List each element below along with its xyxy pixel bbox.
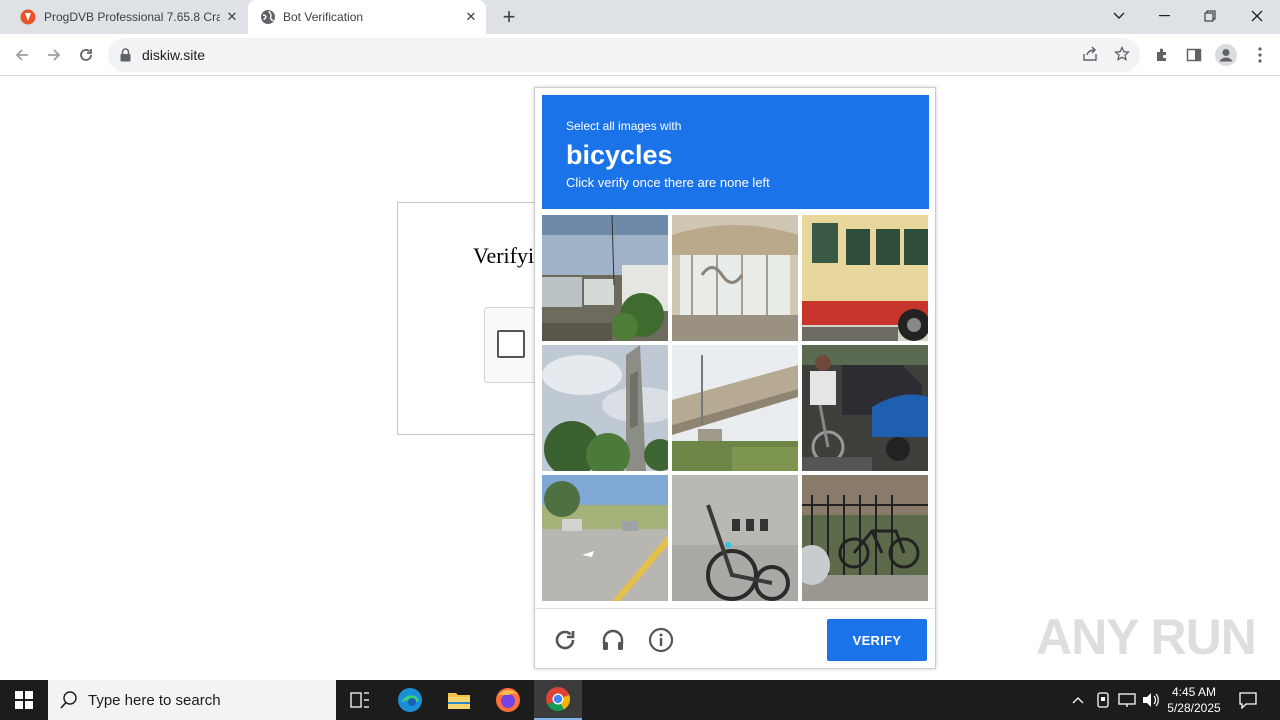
tab-title: Bot Verification — [283, 10, 364, 24]
captcha-footer: VERIFY — [535, 608, 935, 668]
address-bar[interactable]: diskiw.site — [108, 38, 1140, 72]
extensions-puzzle-icon[interactable] — [1148, 41, 1176, 69]
reload-icon[interactable] — [72, 41, 100, 69]
captcha-tile-3[interactable] — [802, 215, 928, 341]
forward-arrow-icon[interactable] — [40, 41, 68, 69]
verify-button[interactable]: VERIFY — [827, 619, 927, 661]
menu-kebab-icon[interactable] — [1246, 41, 1274, 69]
windows-start-icon[interactable] — [0, 680, 48, 720]
captcha-tile-6[interactable] — [802, 345, 928, 471]
network-icon[interactable] — [1116, 680, 1138, 720]
refresh-icon[interactable] — [550, 625, 580, 655]
verification-heading: Verifyi — [473, 243, 535, 268]
chevron-up-icon[interactable] — [1066, 680, 1090, 720]
anyrun-watermark: ANY RUN — [1036, 609, 1257, 665]
new-tab-plus-icon[interactable]: + — [498, 4, 520, 29]
chrome-icon[interactable] — [534, 680, 582, 720]
window-close-icon[interactable] — [1234, 0, 1280, 32]
captcha-tile-2[interactable] — [672, 215, 798, 341]
captcha-tile-5[interactable] — [672, 345, 798, 471]
windows-taskbar: Type here to search 4:45 AM 5/28/2025 — [0, 680, 1280, 720]
tab-progdvb[interactable]: ProgDVB Professional 7.65.8 Cra ✕ — [8, 0, 246, 34]
tab-bot-verification[interactable]: Bot Verification ✕ — [248, 0, 486, 34]
search-icon — [60, 691, 78, 714]
minimize-icon[interactable] — [1141, 0, 1187, 32]
firefox-icon[interactable] — [484, 680, 532, 720]
side-panel-icon[interactable] — [1180, 41, 1208, 69]
captcha-checkbox[interactable] — [497, 330, 525, 358]
globe-icon — [260, 9, 276, 25]
captcha-tile-4[interactable] — [542, 345, 668, 471]
search-placeholder: Type here to search — [88, 692, 221, 709]
bookmark-star-icon[interactable] — [1113, 45, 1131, 67]
captcha-tile-8[interactable] — [672, 475, 798, 601]
profile-avatar-icon[interactable] — [1212, 41, 1240, 69]
info-icon[interactable] — [646, 625, 676, 655]
tab-search-chevron-icon[interactable] — [1096, 0, 1142, 32]
volume-icon[interactable] — [1140, 680, 1162, 720]
headphones-icon[interactable] — [598, 625, 628, 655]
back-arrow-icon[interactable] — [8, 41, 36, 69]
edge-browser-icon[interactable] — [386, 680, 434, 720]
captcha-target: bicycles — [566, 140, 673, 170]
url-text: diskiw.site — [142, 47, 206, 63]
progdvb-favicon-icon — [20, 9, 36, 25]
captcha-subtext: Click verify once there are none left — [566, 175, 770, 190]
device-icon[interactable] — [1092, 680, 1114, 720]
captcha-challenge: Select all images with bicycles Click ve… — [534, 87, 936, 669]
share-icon[interactable] — [1082, 46, 1098, 67]
notifications-icon[interactable] — [1228, 680, 1268, 720]
clock-time: 4:45 AM — [1171, 685, 1217, 699]
system-clock[interactable]: 4:45 AM 5/28/2025 — [1164, 684, 1224, 716]
tab-title: ProgDVB Professional 7.65.8 Cra — [44, 10, 220, 24]
captcha-header: Select all images with bicycles Click ve… — [542, 95, 929, 209]
captcha-tile-1[interactable] — [542, 215, 668, 341]
clock-date: 5/28/2025 — [1167, 701, 1221, 715]
captcha-tile-9[interactable] — [802, 475, 928, 601]
close-icon[interactable]: ✕ — [463, 9, 479, 25]
close-icon[interactable]: ✕ — [224, 9, 240, 25]
restore-icon[interactable] — [1187, 0, 1233, 32]
lock-icon[interactable] — [120, 48, 131, 67]
file-explorer-icon[interactable] — [435, 680, 483, 720]
captcha-tile-7[interactable] — [542, 475, 668, 601]
browser-toolbar: diskiw.site — [0, 34, 1280, 76]
tab-strip: ProgDVB Professional 7.65.8 Cra ✕ Bot Ve… — [0, 0, 1280, 34]
taskbar-search-input[interactable]: Type here to search — [48, 680, 336, 720]
task-view-icon[interactable] — [336, 680, 384, 720]
captcha-instruction: Select all images with — [566, 119, 682, 133]
